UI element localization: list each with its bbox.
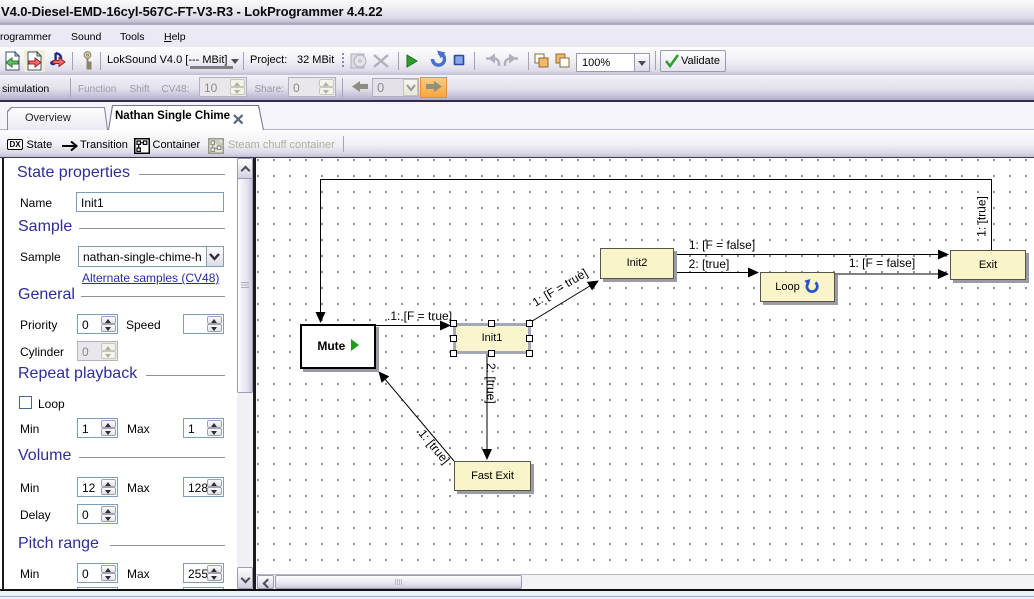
svg-text:1: [F = true]: 1: [F = true] <box>530 266 590 310</box>
svg-text:2: [true]: 2: [true] <box>689 257 730 271</box>
svg-text:.1: [F = true]: .1: [F = true] <box>387 309 452 323</box>
svg-text:1: [F = false]: 1: [F = false] <box>849 256 915 270</box>
svg-text:1: [true]: 1: [true] <box>975 196 989 237</box>
svg-text:.1: [true]: .1: [true] <box>414 424 453 467</box>
svg-text:2: [true]: 2: [true] <box>484 363 498 404</box>
svg-text:1: [F = false]: 1: [F = false] <box>689 238 755 252</box>
